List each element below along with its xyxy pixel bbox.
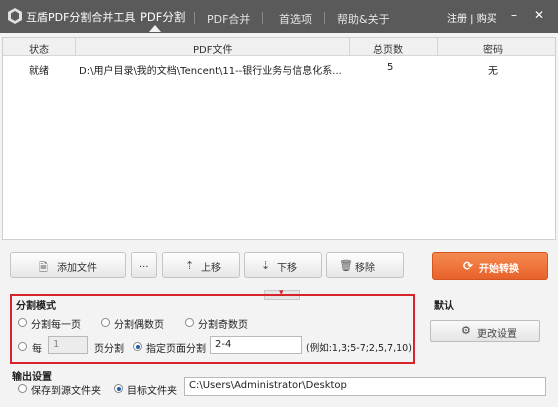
specified-pages-input[interactable]: 2-4 bbox=[210, 336, 302, 354]
radio-odd-pages[interactable] bbox=[185, 318, 194, 327]
minimize-button[interactable]: – bbox=[505, 6, 523, 24]
column-header-status[interactable]: 状态 bbox=[29, 41, 49, 56]
row-pages: 5 bbox=[387, 62, 394, 73]
change-settings-label: 更改设置 bbox=[477, 329, 517, 340]
column-header-pages[interactable]: 总页数 bbox=[373, 41, 403, 56]
output-title: 输出设置 bbox=[12, 372, 52, 383]
start-convert-button[interactable]: ⟳ 开始转换 bbox=[432, 252, 548, 280]
column-header-password[interactable]: 密码 bbox=[483, 41, 503, 56]
even-pages-label[interactable]: 分割偶数页 bbox=[114, 316, 164, 331]
specified-pages-label[interactable]: 指定页面分割 bbox=[146, 340, 206, 355]
row-file: D:\用户目录\我的文档\Tencent\11--银行业务与信息化系... bbox=[79, 66, 342, 77]
radio-every-page[interactable] bbox=[18, 318, 27, 327]
tab-help-about[interactable]: 帮助&关于 bbox=[337, 11, 390, 27]
document-icon: 🗎 bbox=[39, 261, 48, 274]
row-status: 就绪 bbox=[29, 66, 49, 77]
split-mode-title: 分割模式 bbox=[16, 301, 56, 312]
radio-every-n-pages[interactable] bbox=[18, 342, 27, 351]
table-header: 状态 PDF文件 总页数 密码 bbox=[3, 38, 555, 56]
gear-icon: ⚙ bbox=[461, 324, 471, 337]
move-up-label: 上移 bbox=[201, 263, 221, 274]
file-table[interactable]: 状态 PDF文件 总页数 密码 就绪 D:\用户目录\我的文档\Tencent\… bbox=[2, 37, 556, 240]
arrow-up-icon: ⇡ bbox=[185, 259, 195, 272]
add-file-label: 添加文件 bbox=[57, 263, 97, 274]
start-convert-label: 开始转换 bbox=[479, 264, 519, 275]
title-bar: 互盾PDF分割合并工具 PDF分割 PDF合并 首选项 帮助&关于 注册 | 购… bbox=[0, 0, 558, 33]
change-settings-button[interactable]: ⚙ 更改设置 bbox=[430, 320, 540, 342]
radio-specified-pages[interactable] bbox=[133, 342, 142, 351]
move-down-button[interactable]: ⇣ 下移 bbox=[244, 252, 322, 278]
odd-pages-label[interactable]: 分割奇数页 bbox=[198, 316, 248, 331]
remove-label: 移除 bbox=[355, 263, 375, 274]
radio-even-pages[interactable] bbox=[101, 318, 110, 327]
every-page-label[interactable]: 分割每一页 bbox=[31, 316, 81, 331]
save-to-source-label[interactable]: 保存到源文件夹 bbox=[31, 382, 101, 397]
column-divider bbox=[437, 38, 438, 56]
target-folder-label[interactable]: 目标文件夹 bbox=[127, 382, 177, 397]
remove-button[interactable]: 🗑 移除 bbox=[326, 252, 404, 278]
format-hint: (例如:1,3;5-7;2,5,7,10) bbox=[306, 343, 412, 354]
trash-icon: 🗑 bbox=[339, 259, 353, 272]
close-button[interactable]: ✕ bbox=[530, 6, 548, 24]
tab-divider bbox=[324, 12, 325, 24]
radio-target-folder[interactable] bbox=[114, 384, 123, 393]
app-title: 互盾PDF分割合并工具 bbox=[26, 11, 136, 24]
tab-pdf-split[interactable]: PDF分割 bbox=[140, 9, 185, 25]
column-header-file[interactable]: PDF文件 bbox=[193, 41, 232, 56]
active-tab-indicator bbox=[149, 25, 161, 32]
move-down-label: 下移 bbox=[277, 263, 297, 274]
column-divider bbox=[349, 38, 350, 56]
more-label: ... bbox=[139, 259, 149, 270]
tab-divider bbox=[194, 12, 195, 24]
account-links[interactable]: 注册 | 购买 bbox=[447, 10, 497, 25]
radio-save-to-source[interactable] bbox=[18, 384, 27, 393]
row-password: 无 bbox=[488, 66, 498, 77]
tab-preferences[interactable]: 首选项 bbox=[279, 11, 312, 27]
pages-split-label: 页分割 bbox=[94, 344, 124, 355]
move-up-button[interactable]: ⇡ 上移 bbox=[162, 252, 240, 278]
more-button[interactable]: ... bbox=[131, 252, 157, 278]
tab-pdf-merge[interactable]: PDF合并 bbox=[207, 11, 250, 27]
default-title: 默认 bbox=[434, 301, 454, 312]
every-label: 每 bbox=[32, 344, 42, 355]
app-logo-icon bbox=[8, 8, 22, 24]
arrow-down-icon: ⇣ bbox=[261, 259, 271, 272]
refresh-icon: ⟳ bbox=[463, 259, 474, 273]
add-file-button[interactable]: 🗎 添加文件 bbox=[10, 252, 126, 278]
column-divider bbox=[75, 38, 76, 56]
tab-divider bbox=[262, 12, 263, 24]
every-n-input[interactable]: 1 bbox=[48, 336, 88, 354]
output-path-input[interactable]: C:\Users\Administrator\Desktop bbox=[184, 377, 546, 396]
